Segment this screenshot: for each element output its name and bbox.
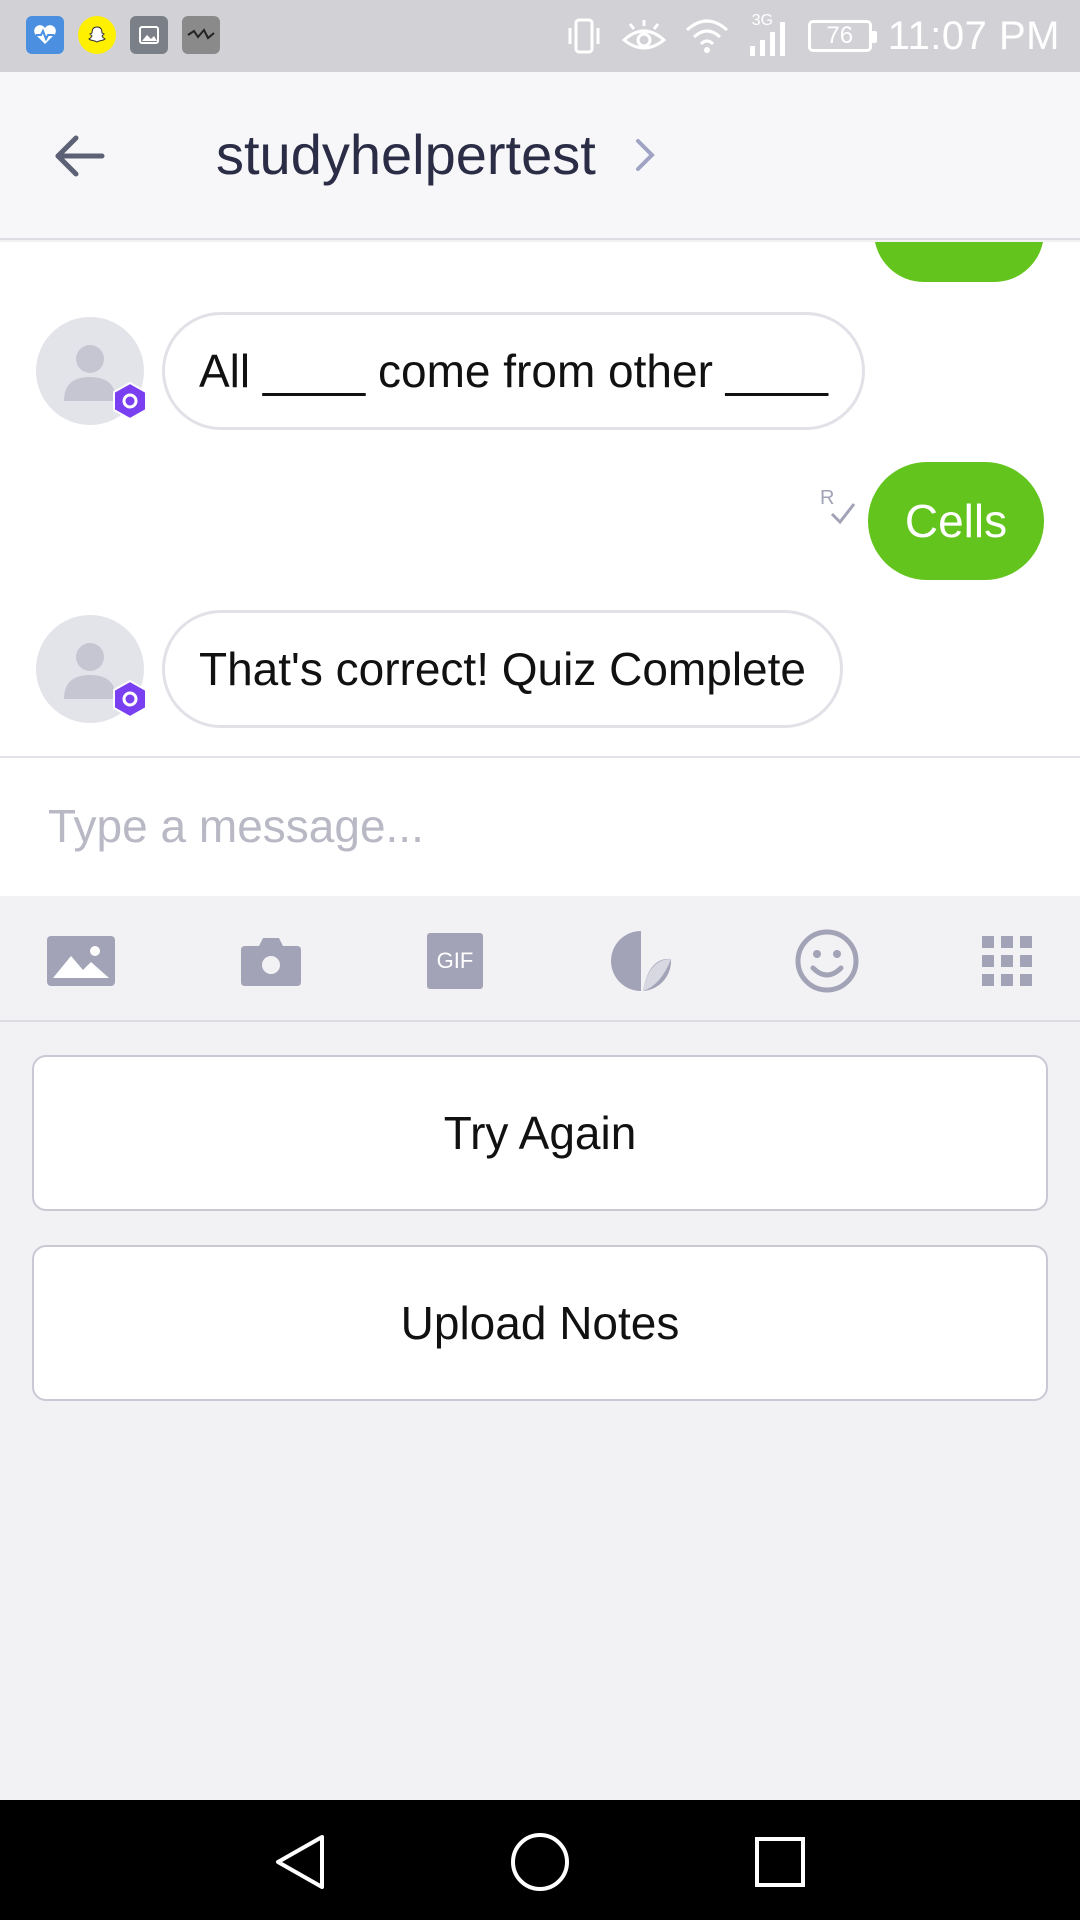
camera-button[interactable] [236,926,306,996]
apps-grid-icon [982,936,1032,986]
circle-home-icon [511,1833,569,1891]
composer [0,756,1080,896]
battery-level: 76 [826,22,854,49]
camera-icon [241,938,301,986]
eye-comfort-icon [621,20,667,50]
image-button[interactable] [46,926,116,996]
message-bubble: All ____ come from other ____ [162,312,866,430]
bot-badge-icon [113,679,147,719]
gif-button[interactable]: GIF [420,926,490,996]
sticker-button[interactable] [606,926,676,996]
square-recents-icon [755,1837,805,1887]
cell-signal-icon: 3G [746,12,792,58]
gallery-icon [130,16,168,54]
arrow-left-icon [55,135,105,177]
page-title: studyhelpertest [216,123,596,186]
read-receipt-icon: R [820,487,856,525]
back-button[interactable] [48,124,112,188]
battery-icon: 76 [807,20,877,52]
gif-label: GIF [436,948,474,973]
emoji-icon [795,929,859,993]
message-row: All ____ come from other ____ [36,312,866,430]
message-bubble: Cells [868,462,1044,580]
more-apps-button[interactable] [972,926,1042,996]
composer-toolbar: GIF [0,896,1080,1022]
upload-notes-button[interactable]: Upload Notes [32,1245,1048,1401]
nav-home-button[interactable] [508,1830,572,1894]
avatar [36,317,147,425]
snapchat-icon [78,16,116,54]
message-list[interactable]: All ____ come from other ____ R Cells Th… [0,242,1080,756]
gif-icon: GIF [427,933,483,989]
message-input[interactable] [48,786,1028,866]
try-again-button[interactable]: Try Again [32,1055,1048,1211]
conversation-title-link[interactable]: studyhelpertest [216,122,664,187]
message-row: That's correct! Quiz Complete [36,610,843,728]
chevron-right-icon [634,135,664,175]
sticker-icon [611,931,671,991]
bot-badge-icon [113,381,147,421]
notification-icons [26,16,220,54]
avatar [36,615,147,723]
nav-back-button[interactable] [268,1830,332,1894]
emoji-button[interactable] [792,926,862,996]
system-nav-bar [0,1800,1080,1920]
wifi-icon [685,19,728,53]
system-status: 3G 76 11:07 PM [564,10,1060,62]
triangle-back-icon [276,1835,324,1889]
previous-message-bubble [874,242,1044,282]
clock: 11:07 PM [887,13,1060,58]
health-app-icon [26,16,64,54]
vibrate-icon [568,18,600,54]
svg-text:R: R [820,487,834,509]
chat-header: studyhelpertest [0,72,1080,240]
app-thumbnail-icon [182,16,220,54]
status-bar: 3G 76 11:07 PM [0,0,1080,72]
image-icon [47,936,115,986]
nav-recents-button[interactable] [748,1830,812,1894]
message-bubble: That's correct! Quiz Complete [162,610,843,728]
